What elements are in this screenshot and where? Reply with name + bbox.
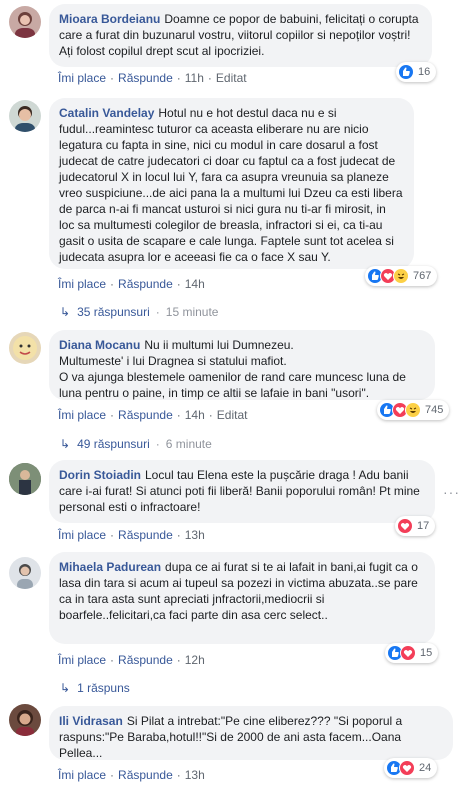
heart-reaction-icon: [399, 760, 415, 776]
comment-bubble: Mioara Bordeianu Doamne ce popor de babui…: [49, 4, 432, 67]
reactions-summary[interactable]: 16: [396, 62, 437, 82]
separator: ·: [110, 71, 115, 85]
comment-actions: Îmi place · Răspunde · 12h: [58, 653, 205, 667]
replies-time: 15 minute: [165, 305, 219, 319]
separator: ·: [110, 277, 115, 291]
like-link[interactable]: Îmi place: [58, 528, 106, 542]
separator: ·: [176, 768, 181, 782]
avatar[interactable]: [9, 557, 41, 589]
reply-arrow-icon: ↳: [60, 437, 71, 451]
comment-time[interactable]: 13h: [185, 528, 205, 542]
comment-author[interactable]: Catalin Vandelay: [59, 106, 154, 120]
edited-label: Editat: [216, 408, 248, 422]
comment-actions: Îmi place · Răspunde · 14h · Editat: [58, 408, 247, 422]
like-link[interactable]: Îmi place: [58, 71, 106, 85]
haha-reaction-icon: [405, 402, 421, 418]
reply-link[interactable]: Răspunde: [118, 71, 173, 85]
comment-actions: Îmi place · Răspunde · 13h: [58, 528, 205, 542]
separator: ·: [176, 277, 181, 291]
comment-time[interactable]: 11h: [185, 71, 204, 85]
comment-bubble: Catalin Vandelay Hotul nu e hot destul da…: [49, 98, 414, 269]
separator: ·: [110, 653, 115, 667]
comment-text: Hotul nu e hot destul daca nu e si fudul…: [59, 106, 406, 264]
separator: ·: [110, 408, 115, 422]
separator: ·: [176, 71, 181, 85]
view-replies-link[interactable]: ↳ 49 răspunsuri · 6 minute: [60, 437, 212, 451]
reactions-summary[interactable]: 745: [377, 400, 450, 420]
separator: ·: [207, 71, 212, 85]
comment-author[interactable]: Mihaela Padurean: [59, 560, 161, 574]
comment-author[interactable]: Diana Mocanu: [59, 338, 140, 352]
separator: ·: [208, 408, 213, 422]
replies-time: 6 minute: [165, 437, 212, 451]
avatar[interactable]: [9, 332, 41, 364]
reaction-count: 745: [425, 404, 444, 416]
avatar[interactable]: [9, 6, 41, 38]
reactions-summary[interactable]: 767: [365, 266, 438, 286]
view-replies-link[interactable]: ↳ 1 răspuns: [60, 681, 130, 695]
replies-count[interactable]: 1 răspuns: [77, 681, 130, 695]
reaction-count: 24: [419, 762, 432, 774]
comment-time[interactable]: 13h: [185, 768, 205, 782]
separator: ·: [176, 653, 181, 667]
reactions-summary[interactable]: 24: [384, 758, 438, 778]
avatar[interactable]: [9, 704, 41, 736]
haha-reaction-icon: [393, 268, 409, 284]
comment-bubble: Ili Vidrasan Si Pilat a intrebat:"Pe cine…: [49, 706, 453, 760]
comment-time[interactable]: 14h: [185, 277, 205, 291]
comment-author[interactable]: Mioara Bordeianu: [59, 12, 160, 26]
comment-time[interactable]: 12h: [185, 653, 205, 667]
reactions-summary[interactable]: 17: [395, 516, 436, 536]
comment-bubble: Mihaela Padurean dupa ce ai furat si te a…: [49, 552, 435, 644]
reply-link[interactable]: Răspunde: [118, 768, 173, 782]
reaction-count: 16: [418, 66, 431, 78]
separator: ·: [110, 528, 115, 542]
like-reaction-icon: [398, 64, 414, 80]
like-link[interactable]: Îmi place: [58, 768, 106, 782]
like-link[interactable]: Îmi place: [58, 408, 106, 422]
view-replies-link[interactable]: ↳ 35 răspunsuri · 15 minute: [60, 305, 218, 319]
separator: ·: [176, 528, 181, 542]
replies-count[interactable]: 49 răspunsuri: [77, 437, 150, 451]
reply-link[interactable]: Răspunde: [118, 408, 173, 422]
comment-author[interactable]: Dorin Stoiadin: [59, 468, 141, 482]
reply-link[interactable]: Răspunde: [118, 277, 173, 291]
reaction-count: 17: [417, 520, 430, 532]
separator: ·: [110, 768, 115, 782]
separator: ·: [176, 408, 181, 422]
heart-reaction-icon: [400, 645, 416, 661]
more-options-icon[interactable]: ···: [443, 484, 460, 500]
reply-arrow-icon: ↳: [60, 681, 71, 695]
like-link[interactable]: Îmi place: [58, 277, 106, 291]
comment-bubble: Dorin Stoiadin Locul tau Elena este la pu…: [49, 460, 435, 523]
comment-bubble: Diana Mocanu Nu ii multumi lui Dumnezeu. …: [49, 330, 435, 400]
heart-reaction-icon: [397, 518, 413, 534]
separator: ·: [155, 437, 160, 451]
comment-author[interactable]: Ili Vidrasan: [59, 714, 123, 728]
like-link[interactable]: Îmi place: [58, 653, 106, 667]
reaction-count: 15: [420, 647, 433, 659]
reply-link[interactable]: Răspunde: [118, 528, 173, 542]
comment-actions: Îmi place · Răspunde · 14h: [58, 277, 205, 291]
comment-time[interactable]: 14h: [185, 408, 205, 422]
reaction-count: 767: [413, 270, 432, 282]
reply-link[interactable]: Răspunde: [118, 653, 173, 667]
reply-arrow-icon: ↳: [60, 305, 71, 319]
replies-count[interactable]: 35 răspunsuri: [77, 305, 150, 319]
edited-label: Editat: [215, 71, 247, 85]
avatar[interactable]: [9, 100, 41, 132]
separator: ·: [155, 305, 160, 319]
reactions-summary[interactable]: 15: [385, 643, 439, 663]
avatar[interactable]: [9, 463, 41, 495]
comment-actions: Îmi place · Răspunde · 13h: [58, 768, 205, 782]
comment-actions: Îmi place · Răspunde · 11h · Editat: [58, 71, 247, 85]
